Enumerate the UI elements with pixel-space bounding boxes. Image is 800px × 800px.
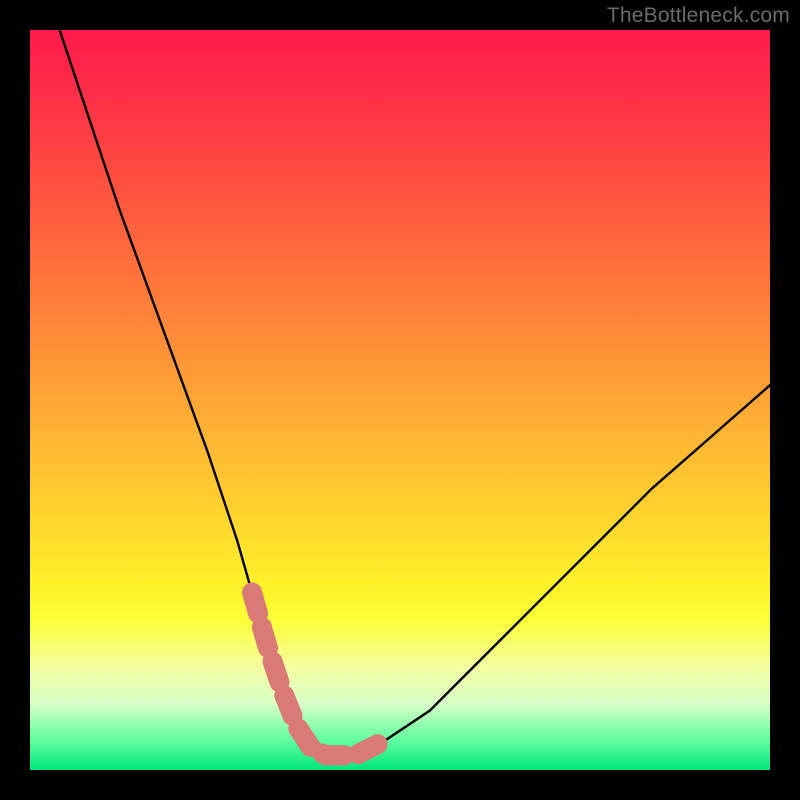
plot-area	[30, 30, 770, 770]
chart-canvas: TheBottleneck.com	[0, 0, 800, 800]
bottleneck-curve-line	[60, 30, 770, 755]
optimal-range-marker-line	[252, 592, 385, 755]
watermark-label: TheBottleneck.com	[607, 4, 790, 28]
chart-svg	[30, 30, 770, 770]
